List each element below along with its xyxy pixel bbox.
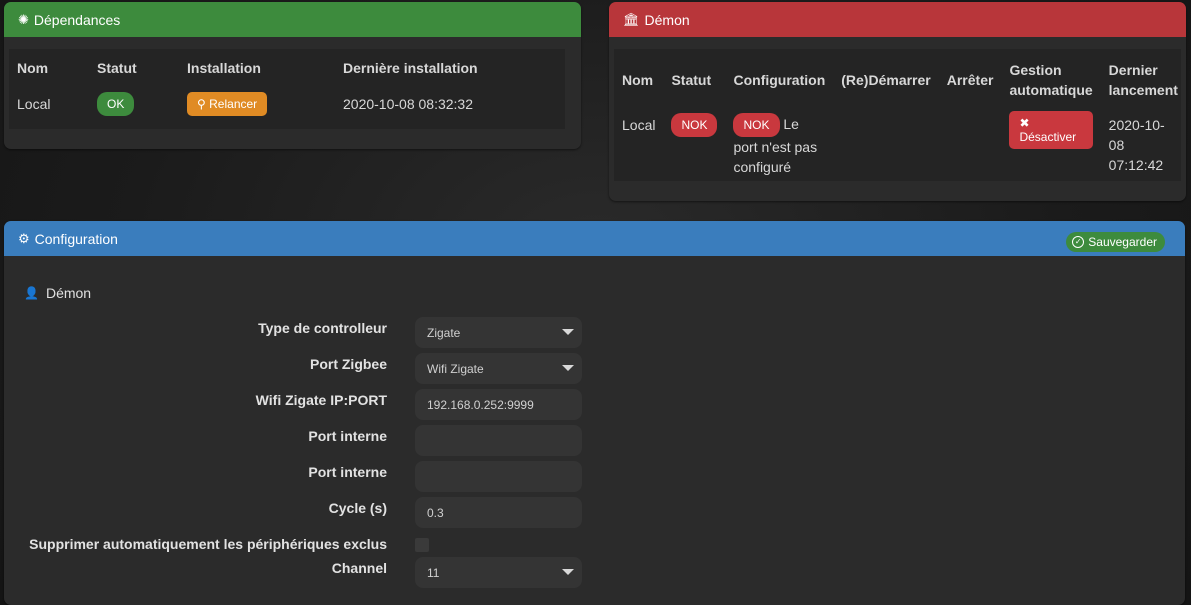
table-row: Local NOK NOK Le port n'est pas configur… — [614, 111, 1186, 177]
dependencies-table: Nom Statut Installation Dernière install… — [9, 49, 486, 121]
col-header-last-install: Dernière installation — [343, 60, 478, 76]
col-header-installation: Installation — [187, 60, 261, 76]
dependencies-header: ✺ Dépendances — [4, 2, 581, 37]
col-header-restart: (Re)Démarrer — [841, 72, 931, 88]
relaunch-label: Relancer — [209, 97, 258, 111]
daemon-section-title: 👤 Démon — [24, 285, 92, 301]
gear-icon: ✺ — [18, 11, 29, 27]
gears-icon: ⚙ — [18, 230, 30, 246]
last-install-date: 2020-10-08 08:32:32 — [343, 96, 473, 112]
dep-name: Local — [17, 96, 51, 112]
label-auto-delete-excluded: Supprimer automatiquement les périphériq… — [29, 536, 387, 552]
wifi-ip-port-input[interactable]: 192.168.0.252:9999 — [415, 389, 582, 420]
col-header-config: Configuration — [733, 72, 826, 88]
status-badge: OK — [97, 92, 135, 116]
caret-down-icon — [562, 569, 574, 575]
close-icon: ✖ — [1019, 116, 1030, 130]
daemon-title: Démon — [644, 11, 690, 28]
config-status-badge: NOK — [733, 113, 780, 137]
stop-cell — [939, 111, 1002, 177]
label-zigbee-port: Port Zigbee — [309, 356, 387, 372]
dependencies-panel: ✺ Dépendances Nom Statut Installation De… — [4, 2, 581, 149]
channel-select[interactable]: 11 — [415, 557, 582, 588]
bank-icon: 🏛 — [623, 11, 640, 27]
config-cell: NOK Le port n'est pas configuré — [725, 111, 833, 177]
auto-delete-excluded-checkbox[interactable] — [415, 538, 429, 552]
controller-type-select[interactable]: Zigate — [415, 317, 582, 348]
restart-cell — [833, 111, 938, 177]
last-launch-cell: 2020-10-08 07:12:42 — [1108, 117, 1165, 173]
internal-port-input-2[interactable] — [415, 461, 582, 492]
user-secret-icon: 👤 — [24, 286, 39, 300]
col-header-stop: Arrêter — [946, 72, 994, 88]
caret-down-icon — [562, 365, 574, 371]
label-controller-type: Type de controlleur — [258, 320, 387, 336]
bicycle-icon: ⚲ — [197, 97, 206, 111]
cycle-input[interactable]: 0.3 — [415, 497, 582, 528]
dependencies-title: Dépendances — [33, 11, 121, 28]
label-internal-port-1: Port interne — [308, 428, 387, 444]
check-circle-icon: ✓ — [1072, 236, 1085, 248]
internal-port-input-1[interactable] — [415, 425, 582, 456]
configuration-header: ⚙ Configuration — [4, 221, 1185, 256]
configuration-panel: ⚙ Configuration ✓ Sauvegarder 👤 Démon Ty… — [4, 221, 1185, 605]
col-header-status: Statut — [671, 72, 712, 88]
label-channel: Channel — [331, 560, 387, 576]
col-header-last-launch: Dernier lancement — [1108, 62, 1178, 98]
relaunch-button[interactable]: ⚲ Relancer — [187, 92, 268, 116]
col-header-status: Statut — [97, 60, 137, 76]
daemon-name: Local — [622, 117, 656, 133]
status-badge: NOK — [671, 113, 718, 137]
col-header-name: Nom — [17, 60, 49, 76]
label-wifi-ip-port: Wifi Zigate IP:PORT — [255, 392, 387, 408]
deactivate-button[interactable]: ✖ Désactiver — [1009, 111, 1093, 149]
daemon-table: Nom Statut Configuration (Re)Démarrer Ar… — [614, 49, 1186, 177]
configuration-title: Configuration — [34, 230, 118, 247]
save-button[interactable]: ✓ Sauvegarder — [1066, 232, 1165, 252]
col-header-name: Nom — [622, 72, 654, 88]
table-row: Local OK ⚲ Relancer 2020-10-08 08:32:32 — [9, 87, 486, 121]
caret-down-icon — [562, 329, 574, 335]
dependencies-table-wrap: Nom Statut Installation Dernière install… — [9, 49, 565, 129]
daemon-panel: 🏛 Démon Nom Statut Configuration (Re)Dém… — [609, 2, 1186, 201]
label-internal-port-2: Port interne — [308, 464, 387, 480]
daemon-header: 🏛 Démon — [609, 2, 1186, 37]
col-header-auto: Gestion automatique — [1009, 62, 1093, 98]
zigbee-port-select[interactable]: Wifi Zigate — [415, 353, 582, 384]
daemon-table-wrap: Nom Statut Configuration (Re)Démarrer Ar… — [614, 49, 1181, 181]
label-cycle: Cycle (s) — [328, 500, 387, 516]
